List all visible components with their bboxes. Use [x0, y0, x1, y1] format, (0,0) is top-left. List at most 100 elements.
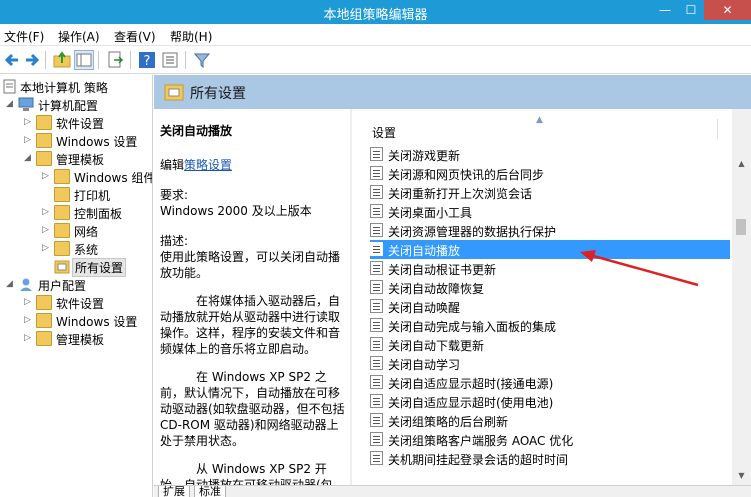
list-item[interactable]: 关闭游戏更新	[370, 145, 730, 164]
all-settings-icon	[54, 259, 70, 274]
tree-item-root[interactable]: 本地计算机 策略	[0, 78, 150, 96]
tree-label: 控制面板	[74, 207, 123, 221]
expand-icon[interactable]: ▷	[24, 297, 34, 307]
policy-setting-icon	[370, 299, 383, 313]
tree-item-computer-config[interactable]: ◢ 计算机配置	[6, 96, 150, 114]
export-list-icon[interactable]	[105, 50, 125, 70]
tree-item-network[interactable]: ▷ 网络	[42, 222, 150, 240]
policy-setting-icon	[370, 185, 383, 199]
list-item-label: 关闭桌面小工具	[388, 206, 473, 220]
help-icon[interactable]: ?	[137, 50, 157, 70]
description-text: 使用此策略设置，可以关闭自动播放功能。	[160, 250, 341, 280]
list-item[interactable]: 关闭自动完成与输入面板的集成	[370, 316, 730, 335]
list-item[interactable]: 关闭资源管理器的数据执行保护	[370, 221, 730, 240]
edit-policy-link[interactable]: 策略设置	[184, 158, 232, 172]
tree-label: 本地计算机 策略	[20, 81, 108, 95]
folder-icon	[36, 331, 52, 346]
list-item[interactable]: 关闭自动下载更新	[370, 335, 730, 354]
expand-icon[interactable]: ▷	[24, 135, 34, 145]
tree-label: 软件设置	[56, 297, 105, 311]
list-item-label: 关闭自适应显示超时(接通电源)	[388, 377, 554, 391]
policy-setting-icon	[370, 451, 383, 465]
policy-setting-icon	[370, 356, 383, 370]
column-divider[interactable]	[717, 119, 718, 139]
expand-icon[interactable]: ▷	[42, 243, 52, 253]
tree-item-control-panel[interactable]: ▷ 控制面板	[42, 204, 150, 222]
edit-prefix: 编辑	[160, 158, 185, 172]
toolbar-separator	[98, 51, 99, 69]
tree-item-user-admin-templates[interactable]: ▷ 管理模板	[24, 330, 150, 348]
vertical-scrollbar[interactable]: ▲ ▼	[732, 109, 751, 485]
tree-item-windows-settings[interactable]: ▷ Windows 设置	[24, 132, 150, 150]
list-item[interactable]: 关闭自动播放	[370, 240, 730, 259]
menu-action[interactable]: 操作(A)	[58, 28, 100, 45]
list-item-label: 关闭自动故障恢复	[388, 282, 485, 296]
scroll-up-icon[interactable]: ▲	[732, 157, 751, 171]
list-item[interactable]: 关闭桌面小工具	[370, 202, 730, 221]
back-arrow-icon[interactable]	[2, 50, 22, 70]
close-button[interactable]: ✕	[704, 0, 751, 20]
tree-item-user-software-settings[interactable]: ▷ 软件设置	[24, 294, 150, 312]
tree-label: 软件设置	[56, 117, 105, 131]
column-header-setting[interactable]: 设置	[372, 124, 396, 141]
list-item[interactable]: 关闭自适应显示超时(接通电源)	[370, 373, 730, 392]
forward-arrow-icon[interactable]	[22, 50, 42, 70]
list-header: ▲ 设置	[352, 109, 732, 145]
menu-help[interactable]: 帮助(H)	[170, 28, 212, 45]
scrollbar-thumb[interactable]	[736, 219, 746, 235]
description-panel: 关闭自动播放 编辑策略设置 要求: Windows 2000 及以上版本 描述:…	[154, 109, 352, 485]
list-item[interactable]: 关闭自动学习	[370, 354, 730, 373]
tree-item-windows-components[interactable]: ▷ Windows 组件	[42, 168, 152, 186]
toolbar: ?	[0, 46, 751, 74]
list-item-label: 关闭自动下载更新	[388, 339, 485, 353]
expand-icon[interactable]: ▷	[42, 225, 52, 235]
expand-icon[interactable]: ▷	[42, 207, 52, 217]
list-item[interactable]: 关闭自动根证书更新	[370, 259, 730, 278]
tree-item-admin-templates[interactable]: ◢ 管理模板	[24, 150, 150, 168]
tree-item-printers[interactable]: 打印机	[42, 186, 150, 204]
list-item-label: 关闭自动播放	[388, 244, 461, 258]
folder-icon	[36, 151, 52, 166]
list-item[interactable]: 关闭自适应显示超时(使用电池)	[370, 392, 730, 411]
policy-setting-icon	[370, 432, 383, 446]
tree-item-all-settings[interactable]: 所有设置	[42, 258, 132, 277]
list-item[interactable]: 关机期间挂起登录会话的超时时间	[370, 449, 730, 468]
tree-item-user-config[interactable]: ◢ 用户配置	[6, 276, 150, 294]
expand-icon[interactable]: ▷	[24, 117, 34, 127]
policy-setting-icon	[370, 337, 383, 351]
tree-item-software-settings[interactable]: ▷ 软件设置	[24, 114, 150, 132]
list-item[interactable]: 关闭组策略客户端服务 AOAC 优化	[370, 430, 730, 449]
show-tree-icon[interactable]	[74, 50, 94, 70]
expand-icon[interactable]: ▷	[42, 171, 52, 181]
tree-item-system[interactable]: ▷ 系统	[42, 240, 150, 258]
list-item[interactable]: 关闭自动唤醒	[370, 297, 730, 316]
list-item[interactable]: 关闭重新打开上次浏览会话	[370, 183, 730, 202]
tree-label: Windows 设置	[56, 135, 138, 149]
folder-icon	[36, 313, 52, 328]
collapse-icon[interactable]: ◢	[6, 99, 16, 109]
collapse-icon[interactable]: ◢	[24, 153, 34, 163]
list-item[interactable]: 关闭源和网页快讯的后台同步	[370, 164, 730, 183]
navigation-tree: 本地计算机 策略 ◢ 计算机配置 ▷ 软件设置 ▷ Windows 设置 ◢ 管…	[0, 75, 153, 497]
up-folder-icon[interactable]	[52, 50, 72, 70]
minimize-button[interactable]: —	[652, 0, 678, 20]
menu-file[interactable]: 文件(F)	[4, 28, 44, 45]
tab-extended[interactable]: 扩展	[158, 486, 190, 497]
properties-icon[interactable]	[160, 50, 180, 70]
expand-icon[interactable]: ▷	[24, 315, 34, 325]
window-title: 本地组策略编辑器	[323, 8, 428, 23]
tab-standard[interactable]: 标准	[194, 486, 226, 497]
tree-label: 管理模板	[56, 153, 105, 167]
filter-icon[interactable]	[192, 50, 212, 70]
maximize-button[interactable]: ☐	[678, 0, 704, 20]
expand-icon[interactable]: ▷	[24, 333, 34, 343]
list-item-label: 关闭游戏更新	[388, 149, 461, 163]
collapse-icon[interactable]: ◢	[6, 279, 16, 289]
list-item[interactable]: 关闭组策略的后台刷新	[370, 411, 730, 430]
list-item[interactable]: 关闭自动故障恢复	[370, 278, 730, 297]
policy-setting-icon	[370, 147, 383, 161]
tree-item-user-windows-settings[interactable]: ▷ Windows 设置	[24, 312, 150, 330]
policy-setting-icon	[370, 394, 383, 408]
menu-view[interactable]: 查看(V)	[114, 28, 156, 45]
scroll-down-icon[interactable]: ▼	[732, 469, 751, 483]
